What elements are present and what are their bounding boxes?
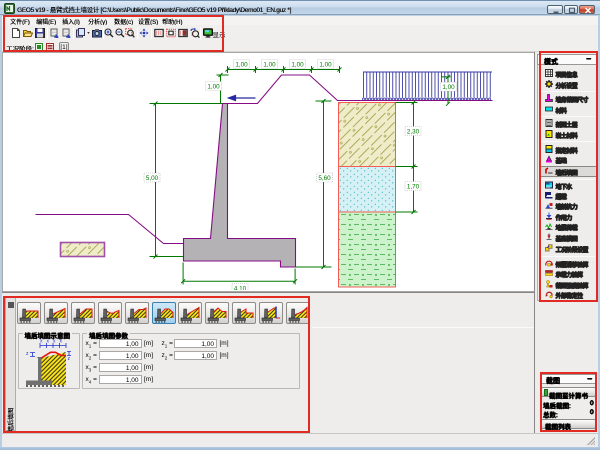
svg-text:1,00: 1,00 <box>442 84 455 91</box>
svg-text:2,30: 2,30 <box>407 128 420 135</box>
svg-text:1,00: 1,00 <box>319 61 332 68</box>
svg-text:x: x <box>60 339 63 345</box>
svg-text:z: z <box>26 351 29 357</box>
svg-text:5,60: 5,60 <box>318 175 331 182</box>
svg-text:1,70: 1,70 <box>407 183 420 190</box>
svg-text:1,00: 1,00 <box>235 61 248 68</box>
svg-text:z: z <box>68 356 71 362</box>
svg-text:x: x <box>53 339 56 345</box>
svg-text:4,10: 4,10 <box>234 285 247 290</box>
svg-text:x: x <box>47 339 50 345</box>
svg-text:1,00: 1,00 <box>207 83 220 90</box>
svg-text:1,00: 1,00 <box>291 61 304 68</box>
svg-text:x: x <box>40 339 43 345</box>
svg-text:5,00: 5,00 <box>146 175 159 182</box>
svg-text:1,00: 1,00 <box>263 61 276 68</box>
